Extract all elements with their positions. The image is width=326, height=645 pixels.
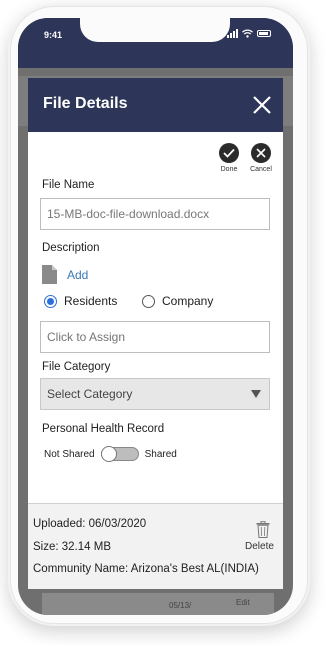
battery-icon <box>257 30 271 37</box>
radio-company-indicator <box>142 294 155 308</box>
check-icon <box>219 143 239 163</box>
close-icon[interactable] <box>251 94 273 116</box>
delete-label[interactable]: Delete <box>245 541 274 552</box>
modal-header: File Details <box>28 78 283 132</box>
cancel-label: Cancel <box>250 166 272 173</box>
file-details-modal: File Details Done Cancel File Name 15-MB… <box>28 78 283 589</box>
wifi-icon <box>242 29 253 38</box>
file-name-input[interactable]: 15-MB-doc-file-download.docx <box>40 198 270 230</box>
phr-label: Personal Health Record <box>42 423 165 435</box>
shared-label: Shared <box>144 448 177 460</box>
add-description-link[interactable]: Add <box>67 268 88 282</box>
background-edit-label: Edit <box>236 598 250 607</box>
file-name-label: File Name <box>42 179 95 191</box>
document-icon <box>42 265 57 284</box>
file-info-footer: Uploaded: 06/03/2020 Size: 32.14 MB Comm… <box>28 503 283 589</box>
community-name: Community Name: Arizona's Best AL(INDIA) <box>33 563 259 575</box>
uploaded-date: Uploaded: 06/03/2020 <box>33 518 147 530</box>
description-label: Description <box>42 242 100 254</box>
cancel-button[interactable]: Cancel <box>241 143 281 173</box>
not-shared-label: Not Shared <box>44 448 95 460</box>
radio-residents-label: Residents <box>64 294 118 308</box>
category-select[interactable]: Select Category <box>40 378 270 410</box>
radio-residents-indicator <box>44 294 57 308</box>
status-time: 9:41 <box>44 30 63 40</box>
phr-toggle-row: Not Shared Shared <box>44 446 177 462</box>
file-size: Size: 32.14 MB <box>33 541 111 553</box>
status-icons <box>227 29 271 38</box>
file-category-label: File Category <box>42 361 111 373</box>
toggle-knob <box>100 446 117 462</box>
radio-company[interactable]: Company <box>142 294 213 308</box>
radio-company-label: Company <box>162 294 214 308</box>
notch <box>80 18 230 42</box>
assign-input[interactable] <box>40 321 270 353</box>
phr-toggle[interactable] <box>100 446 139 462</box>
radio-residents[interactable]: Residents <box>44 294 117 308</box>
category-select-value: Select Category <box>47 387 133 401</box>
dropdown-arrow-icon <box>251 390 261 398</box>
phone-screen: 9:41 File Details Done Cancel File Name … <box>18 18 293 615</box>
cancel-x-icon <box>251 143 271 163</box>
trash-icon[interactable] <box>256 521 270 538</box>
background-date-text: 05/13/ <box>169 601 192 610</box>
modal-title: File Details <box>43 95 128 112</box>
